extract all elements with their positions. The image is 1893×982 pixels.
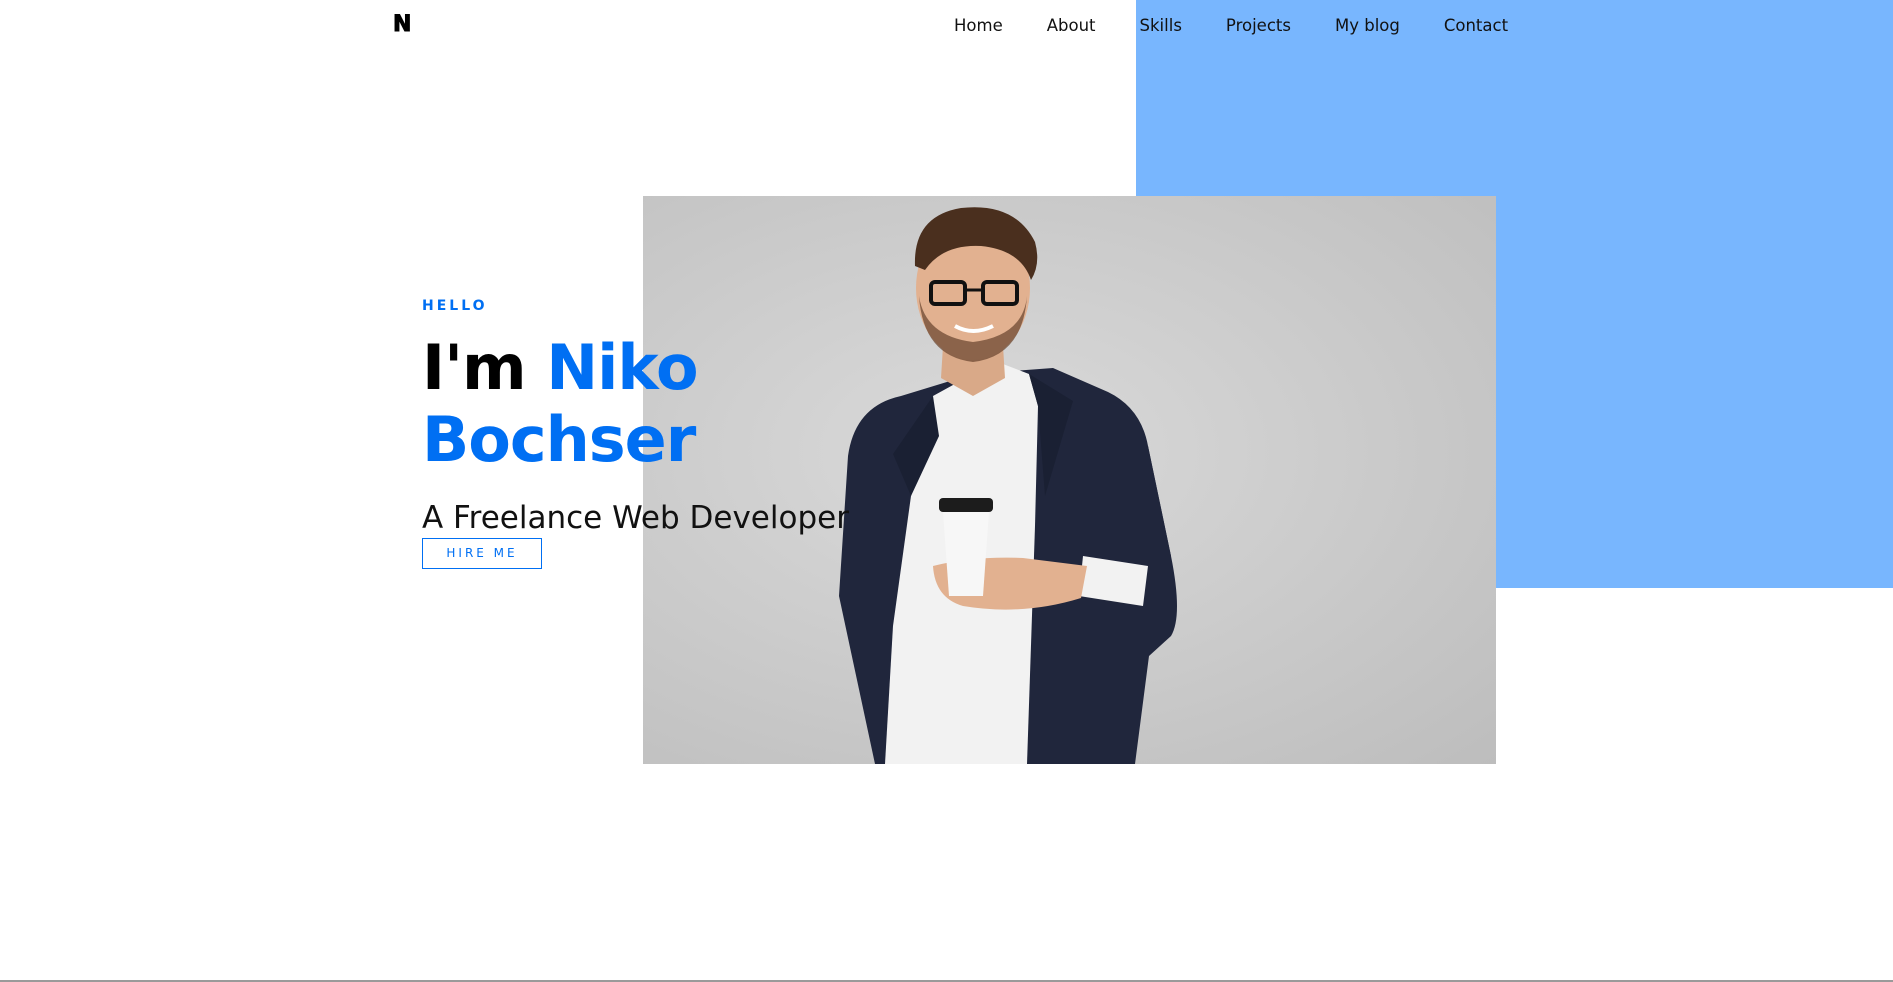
nav-link-contact[interactable]: Contact bbox=[1422, 16, 1530, 36]
navbar: N Home About Skills Projects My blog Con… bbox=[0, 0, 1893, 55]
cup-lid bbox=[939, 498, 993, 512]
nav-item-home: Home bbox=[932, 16, 1025, 36]
nav-link-blog[interactable]: My blog bbox=[1313, 16, 1422, 36]
hero-role: A Freelance Web Developer bbox=[422, 500, 849, 536]
hero-first-name: Niko bbox=[546, 331, 698, 404]
nav-link-projects[interactable]: Projects bbox=[1204, 16, 1313, 36]
nav-link-about[interactable]: About bbox=[1025, 16, 1118, 36]
nav-menu: Home About Skills Projects My blog Conta… bbox=[932, 16, 1530, 36]
nav-link-skills[interactable]: Skills bbox=[1118, 16, 1204, 36]
hero-intro: I'm bbox=[422, 331, 527, 404]
hero-section: HELLO I'm Niko Bochser A Freelance Web D… bbox=[422, 298, 849, 569]
nav-item-contact: Contact bbox=[1422, 16, 1530, 36]
nav-item-projects: Projects bbox=[1204, 16, 1313, 36]
hero-name: I'm Niko Bochser bbox=[422, 332, 849, 476]
hero-last-name: Bochser bbox=[422, 403, 696, 476]
cup bbox=[943, 512, 989, 596]
hero-greeting: HELLO bbox=[422, 298, 488, 314]
nav-item-blog: My blog bbox=[1313, 16, 1422, 36]
site-logo[interactable]: N bbox=[392, 12, 411, 38]
hire-me-button[interactable]: HIRE ME bbox=[422, 538, 542, 569]
nav-link-home[interactable]: Home bbox=[932, 16, 1025, 36]
nav-item-about: About bbox=[1025, 16, 1118, 36]
nav-item-skills: Skills bbox=[1118, 16, 1204, 36]
